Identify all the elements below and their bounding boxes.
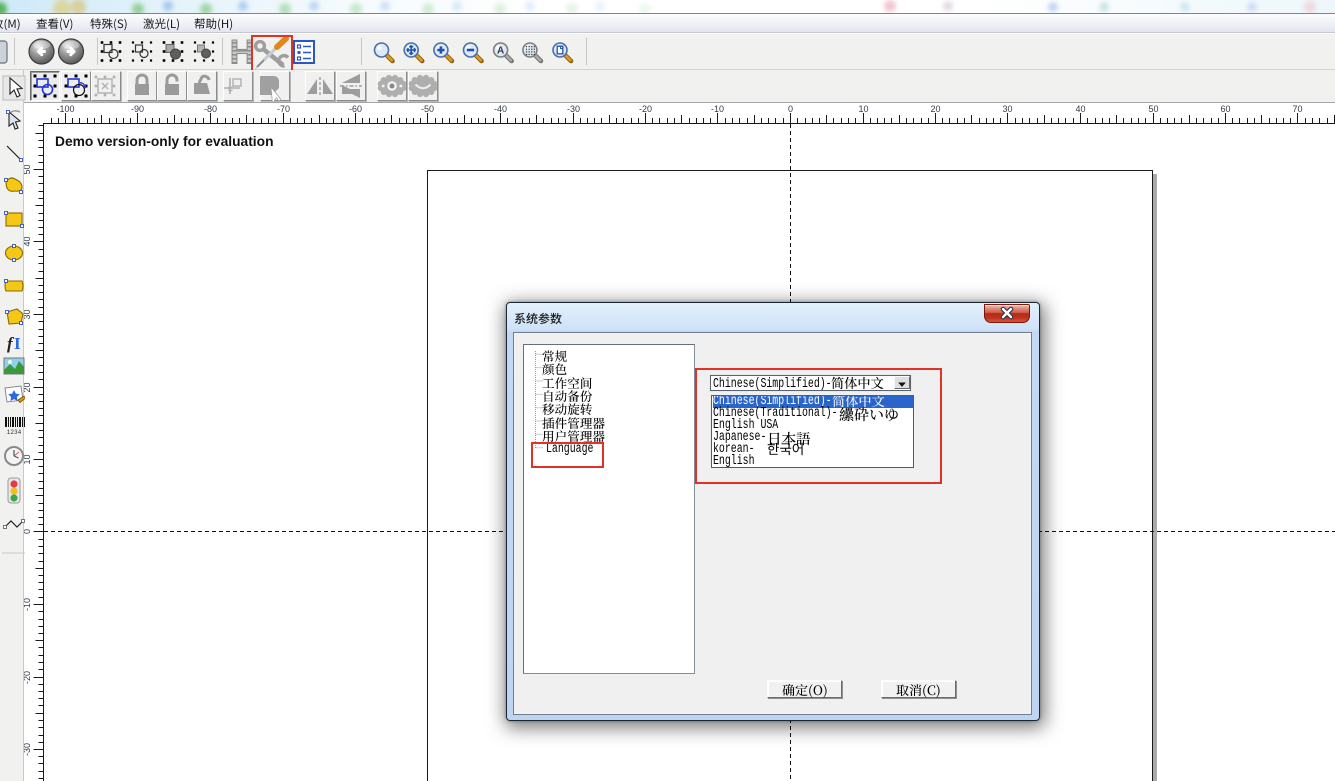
svg-text:-40: -40 [494, 104, 507, 114]
svg-text:10: 10 [24, 454, 32, 464]
svg-text:1234: 1234 [7, 429, 22, 436]
svg-text:-80: -80 [204, 104, 217, 114]
svg-text:20: 20 [24, 382, 32, 392]
svg-text:60: 60 [1220, 104, 1230, 114]
svg-text:-100: -100 [56, 104, 74, 114]
svg-text:70: 70 [1292, 104, 1302, 114]
svg-text:-30: -30 [24, 743, 32, 756]
svg-text:A: A [497, 46, 504, 57]
svg-text:30: 30 [1002, 104, 1012, 114]
svg-text:-10: -10 [711, 104, 724, 114]
svg-text:-30: -30 [567, 104, 580, 114]
svg-text:10: 10 [858, 104, 868, 114]
svg-text:30: 30 [24, 309, 32, 319]
svg-text:-20: -20 [639, 104, 652, 114]
svg-text:-60: -60 [349, 104, 362, 114]
svg-text:40: 40 [1075, 104, 1085, 114]
svg-text:H: H [230, 34, 255, 70]
svg-text:40: 40 [24, 236, 32, 246]
svg-text:-20: -20 [24, 671, 32, 684]
svg-text:0: 0 [24, 529, 32, 534]
svg-text:-50: -50 [421, 104, 434, 114]
svg-text:I: I [14, 334, 21, 353]
svg-text:50: 50 [24, 164, 32, 174]
svg-text:50: 50 [1148, 104, 1158, 114]
svg-text:0: 0 [788, 104, 793, 114]
svg-text:-10: -10 [24, 598, 32, 611]
svg-text:-90: -90 [131, 104, 144, 114]
svg-text:-70: -70 [277, 104, 290, 114]
svg-text:20: 20 [930, 104, 940, 114]
